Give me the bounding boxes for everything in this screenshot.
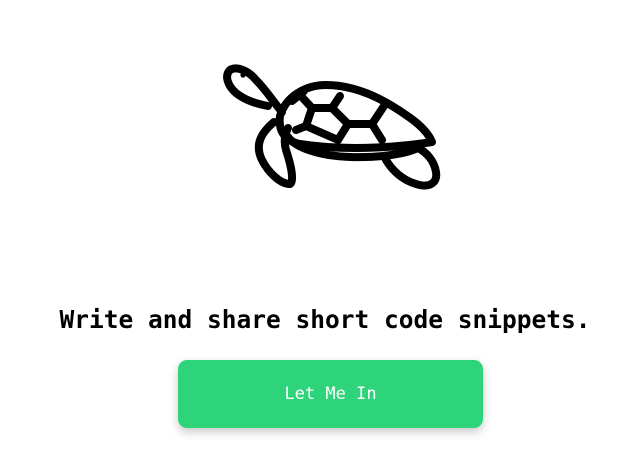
let-me-in-button-label: Let Me In xyxy=(284,384,377,404)
landing-page: Write and share short code snippets. Let… xyxy=(0,0,642,450)
turtle-icon xyxy=(223,64,441,190)
let-me-in-button[interactable]: Let Me In xyxy=(178,360,483,428)
tagline: Write and share short code snippets. xyxy=(59,305,591,334)
